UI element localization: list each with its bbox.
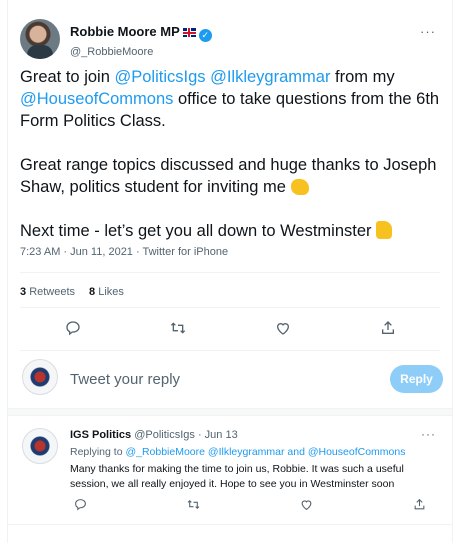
- reply-input[interactable]: Tweet your reply: [70, 371, 180, 388]
- engagement-stats: 3 Retweets 8 Likes: [20, 286, 124, 298]
- retweet-icon[interactable]: [183, 498, 203, 511]
- reply-button[interactable]: Reply: [390, 365, 443, 393]
- retweets-stat[interactable]: 3 Retweets: [20, 286, 75, 298]
- replying-to: Replying to @_RobbieMoore @Ilkleygrammar…: [70, 446, 405, 458]
- section-separator: [8, 408, 452, 416]
- more-options-icon[interactable]: ···: [421, 427, 436, 441]
- reply-author-handle[interactable]: @PoliticsIgs: [134, 429, 195, 441]
- likes-label: Likes: [98, 286, 124, 298]
- author-avatar[interactable]: [20, 19, 60, 59]
- reply-icon[interactable]: [58, 320, 88, 336]
- divider: [8, 524, 452, 525]
- mention-houseofcommons[interactable]: @HouseofCommons: [20, 90, 173, 108]
- tweet-timestamp[interactable]: 7:23 AM · Jun 11, 2021 · Twitter for iPh…: [20, 246, 228, 258]
- like-icon[interactable]: [297, 498, 317, 511]
- reply-author-name[interactable]: IGS Politics: [70, 429, 131, 441]
- text-segment: Next time - let’s get you all down to We…: [20, 222, 377, 240]
- likes-count: 8: [89, 286, 96, 298]
- uk-flag-icon: [182, 28, 196, 37]
- reply-composer: Tweet your reply Reply: [8, 356, 452, 402]
- more-options-icon[interactable]: ···: [420, 24, 436, 39]
- thumbs-up-emoji-icon: [376, 221, 393, 239]
- retweet-icon[interactable]: [163, 320, 193, 336]
- reply-tweet-actions: [70, 498, 430, 511]
- replying-to-label: Replying to: [70, 446, 126, 458]
- reply-icon[interactable]: [70, 498, 90, 511]
- tweet-text: Great to join @PoliticsIgs @Ilkleygramma…: [20, 66, 440, 264]
- retweets-label: Retweets: [29, 286, 76, 298]
- divider: [20, 307, 440, 308]
- reply-tweet-text: Many thanks for making the time to join …: [70, 463, 404, 490]
- clapping-hands-emoji-icon: [290, 179, 309, 195]
- tweet-paragraph-3: Next time - let’s get you all down to We…: [20, 220, 440, 242]
- retweets-count: 3: [20, 286, 27, 298]
- verified-badge-icon: ✓: [198, 29, 212, 42]
- reply-tweet-header: IGS Politics @PoliticsIgs · Jun 13: [70, 429, 238, 441]
- divider: [20, 350, 440, 351]
- divider: [20, 272, 440, 273]
- author-block: Robbie Moore MP ✓ @_RobbieMoore: [70, 23, 212, 58]
- share-icon[interactable]: [373, 320, 403, 336]
- timeline-column: Robbie Moore MP ✓ @_RobbieMoore ··· Great…: [7, 0, 453, 543]
- likes-stat[interactable]: 8 Likes: [89, 286, 124, 298]
- author-handle[interactable]: @_RobbieMoore: [70, 46, 212, 58]
- school-crest-avatar: [22, 359, 58, 395]
- replying-to-mentions[interactable]: @_RobbieMoore @Ilkleygrammar and @Houseo…: [125, 446, 405, 458]
- mention-politicsigs[interactable]: @PoliticsIgs: [114, 68, 205, 86]
- reply-date[interactable]: Jun 13: [205, 429, 238, 441]
- text-segment: from my: [330, 68, 395, 86]
- tweet-paragraph-1: Great to join @PoliticsIgs @Ilkleygramma…: [20, 66, 440, 132]
- mention-ilkleygrammar[interactable]: @Ilkleygrammar: [210, 68, 330, 86]
- tweet-actions: [20, 313, 440, 343]
- author-name[interactable]: Robbie Moore MP: [70, 24, 180, 39]
- share-icon[interactable]: [410, 498, 430, 511]
- tweet-paragraph-2: Great range topics discussed and huge th…: [20, 154, 440, 198]
- igs-politics-avatar[interactable]: [22, 428, 58, 464]
- text-segment: Great to join: [20, 68, 115, 86]
- like-icon[interactable]: [268, 320, 298, 336]
- text-segment: Great range topics discussed and huge th…: [20, 156, 437, 196]
